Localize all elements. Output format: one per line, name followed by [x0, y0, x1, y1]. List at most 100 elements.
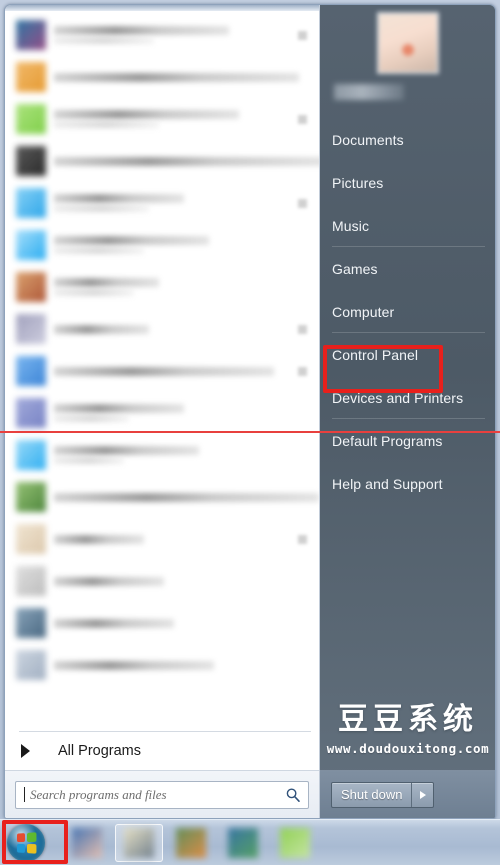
program-name-redacted: [54, 492, 319, 502]
program-label: [54, 236, 313, 254]
taskbar: [0, 819, 500, 865]
list-item[interactable]: [13, 434, 313, 476]
program-label: [54, 660, 313, 670]
program-icon: [16, 272, 46, 302]
jump-list-arrow-icon[interactable]: [298, 30, 307, 40]
place-item-default-programs[interactable]: Default Programs: [320, 419, 495, 462]
place-item-control-panel[interactable]: Control Panel: [320, 333, 495, 376]
taskbar-item[interactable]: [124, 828, 154, 858]
windows-flag-glyph: [16, 832, 37, 854]
place-item-help-and-support[interactable]: Help and Support: [320, 462, 495, 505]
program-subtext-redacted: [54, 457, 124, 464]
program-icon: [16, 356, 46, 386]
list-item[interactable]: [13, 140, 319, 182]
program-subtext-redacted: [54, 205, 149, 212]
program-name-redacted: [54, 110, 239, 119]
program-name-redacted: [54, 618, 174, 628]
start-menu: All Programs Search programs and files D…: [4, 4, 496, 819]
program-label: [54, 618, 313, 628]
watermark-brand: 豆豆系统: [338, 702, 478, 737]
list-item[interactable]: [13, 14, 313, 56]
place-item-devices-and-printers[interactable]: Devices and Printers: [320, 376, 495, 419]
list-item[interactable]: [13, 644, 313, 686]
program-name-redacted: [54, 26, 229, 35]
program-subtext-redacted: [54, 415, 129, 422]
place-item-music[interactable]: Music: [320, 204, 495, 247]
red-horizontal-guide-line: [0, 431, 500, 433]
program-icon: [16, 230, 46, 260]
program-icon: [16, 440, 46, 470]
program-name-redacted: [54, 324, 149, 334]
program-name-redacted: [54, 534, 144, 544]
taskbar-item[interactable]: [228, 828, 258, 858]
jump-list-arrow-icon[interactable]: [298, 198, 307, 208]
program-icon: [16, 524, 46, 554]
watermark-url: www.doudouxitong.com: [326, 741, 490, 756]
list-item[interactable]: [13, 560, 313, 602]
text-caret: [24, 787, 25, 802]
list-item[interactable]: [13, 266, 313, 308]
list-item[interactable]: [13, 224, 313, 266]
program-name-redacted: [54, 446, 199, 455]
list-item[interactable]: [13, 350, 313, 392]
shut-down-label: Shut down: [341, 787, 403, 802]
windows-start-orb-icon[interactable]: [7, 824, 45, 862]
taskbar-item[interactable]: [72, 828, 102, 858]
program-label: [54, 324, 298, 334]
program-label: [54, 366, 298, 376]
jump-list-arrow-icon[interactable]: [298, 534, 307, 544]
search-input[interactable]: Search programs and files: [15, 780, 309, 809]
program-label: [54, 404, 313, 422]
place-item-computer[interactable]: Computer: [320, 290, 495, 333]
chevron-right-icon: [21, 744, 30, 758]
list-item[interactable]: [13, 182, 313, 224]
jump-list-arrow-icon[interactable]: [298, 324, 307, 334]
jump-list-arrow-icon[interactable]: [298, 366, 307, 376]
program-label: [54, 576, 313, 586]
place-item-documents[interactable]: Documents: [320, 118, 495, 161]
list-item[interactable]: [13, 98, 313, 140]
taskbar-item[interactable]: [280, 828, 310, 858]
program-name-redacted: [54, 366, 274, 376]
program-label: [54, 156, 319, 166]
start-menu-left-panel: All Programs Search programs and files: [5, 5, 320, 818]
shutdown-zone: Shut down: [320, 770, 495, 818]
program-name-redacted: [54, 156, 319, 166]
program-name-redacted: [54, 404, 184, 413]
list-item[interactable]: [13, 602, 313, 644]
list-item[interactable]: [13, 392, 313, 434]
program-subtext-redacted: [54, 289, 134, 296]
all-programs-button[interactable]: All Programs: [5, 732, 319, 770]
all-programs-label: All Programs: [58, 743, 141, 759]
list-item[interactable]: [13, 308, 313, 350]
program-name-redacted: [54, 660, 214, 670]
pinned-and-recent-programs-list[interactable]: [5, 11, 319, 731]
program-icon: [16, 482, 46, 512]
places-list[interactable]: Documents Pictures Music Games Computer Contr…: [320, 118, 495, 505]
site-watermark: 豆豆系统 www.doudouxitong.com: [325, 694, 491, 756]
list-item[interactable]: [13, 56, 313, 98]
program-label: [54, 446, 313, 464]
jump-list-arrow-icon[interactable]: [298, 114, 307, 124]
search-icon[interactable]: [285, 787, 301, 803]
shut-down-options-button[interactable]: [411, 782, 433, 807]
program-name-redacted: [54, 278, 159, 287]
user-avatar-wrap: [320, 9, 495, 80]
program-label: [54, 492, 319, 502]
search-zone: Search programs and files: [5, 770, 319, 818]
screen: All Programs Search programs and files D…: [0, 0, 500, 865]
program-label: [54, 110, 298, 128]
place-item-pictures[interactable]: Pictures: [320, 161, 495, 204]
program-name-redacted: [54, 236, 209, 245]
program-label: [54, 194, 298, 212]
start-menu-right-panel: Documents Pictures Music Games Computer Contr…: [320, 5, 495, 818]
taskbar-item[interactable]: [176, 828, 206, 858]
avatar[interactable]: [376, 12, 439, 74]
list-item[interactable]: [13, 476, 319, 518]
list-item[interactable]: [13, 518, 313, 560]
place-item-games[interactable]: Games: [320, 247, 495, 290]
shut-down-button[interactable]: Shut down: [331, 781, 435, 808]
program-subtext-redacted: [54, 121, 159, 128]
program-icon: [16, 146, 46, 176]
program-icon: [16, 398, 46, 428]
